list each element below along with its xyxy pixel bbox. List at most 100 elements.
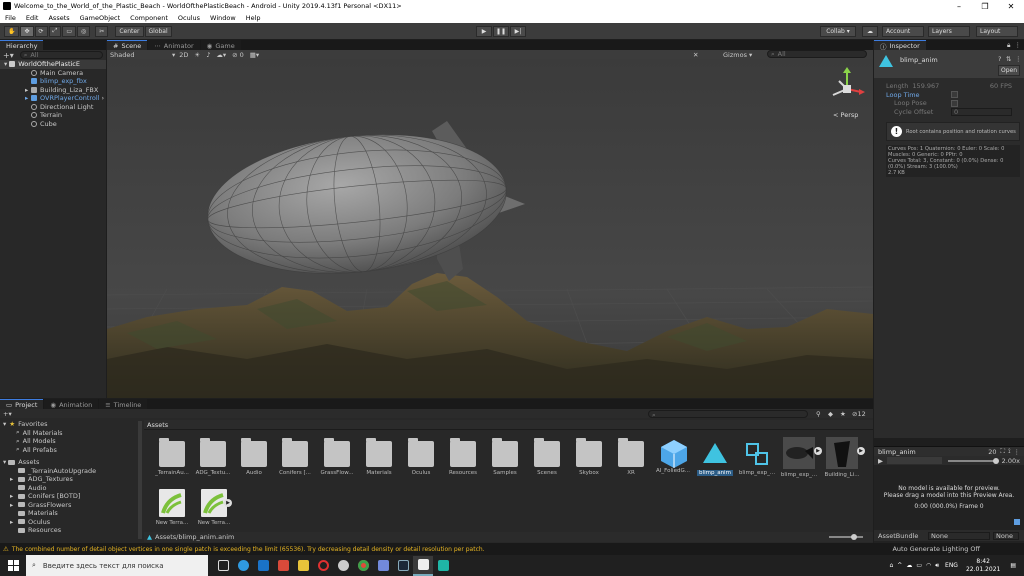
hidden-packages-icon[interactable]: ⊘12: [852, 410, 866, 418]
mail-icon[interactable]: [253, 556, 273, 576]
hierarchy-item[interactable]: ▸ OVRPlayerControll ›: [0, 94, 106, 103]
tray-arrow-icon[interactable]: ^: [897, 562, 902, 569]
assets-root[interactable]: ▾ Assets: [0, 458, 142, 467]
clock-time[interactable]: 8:42: [966, 558, 1000, 566]
drag-handle-icon[interactable]: [1014, 519, 1020, 525]
hierarchy-search-input[interactable]: ⌕ All: [19, 51, 103, 59]
menu-assets[interactable]: Assets: [43, 14, 74, 22]
icon-size-slider[interactable]: [829, 534, 863, 540]
loop-time-checkbox[interactable]: [951, 91, 958, 99]
steam-icon[interactable]: [393, 556, 413, 576]
pause-icon[interactable]: ❚❚: [493, 25, 509, 37]
asset-item[interactable]: GrassFlow...: [317, 438, 357, 476]
tab-timeline[interactable]: ≡ Timeline: [99, 399, 148, 409]
lock-icon[interactable]: 🔒︎: [1007, 41, 1010, 50]
timeline-icon[interactable]: ⟟: [1008, 447, 1010, 456]
favorite-item[interactable]: ⌕ All Models: [0, 437, 142, 446]
hierarchy-item[interactable]: Cube: [0, 120, 106, 129]
tree-scrollbar[interactable]: [138, 421, 142, 539]
add-icon[interactable]: +▾: [3, 51, 14, 60]
compass-app-icon[interactable]: [333, 556, 353, 576]
create-icon[interactable]: +▾: [3, 410, 12, 418]
rotate-tool-icon[interactable]: ⟳: [34, 25, 48, 37]
layout-dropdown[interactable]: Layout: [976, 25, 1018, 37]
task-view-icon[interactable]: [213, 556, 233, 576]
taskbar-search-box[interactable]: ⌕ Введите здесь текст для поиска: [26, 555, 208, 576]
wifi-icon[interactable]: ◠: [926, 562, 931, 569]
hierarchy-item[interactable]: Directional Light: [0, 103, 106, 112]
rect-tool-icon[interactable]: ▭: [62, 25, 77, 37]
gizmos-dropdown[interactable]: Gizmos ▾: [723, 51, 752, 59]
asset-item[interactable]: Resources: [443, 438, 483, 476]
tree-folder[interactable]: ▸ GrassFlowers: [0, 501, 142, 510]
pivot-icon[interactable]: ⛶: [1001, 447, 1006, 456]
menu-gameobject[interactable]: GameObject: [75, 14, 126, 22]
tree-folder[interactable]: Resources: [0, 526, 142, 535]
battery-icon[interactable]: ▭: [916, 562, 922, 569]
menu-edit[interactable]: Edit: [21, 14, 44, 22]
transform-tool-icon[interactable]: ◎: [77, 25, 91, 37]
hand-tool-icon[interactable]: ✋: [4, 25, 20, 37]
tab-inspector[interactable]: ⓘ Inspector: [874, 40, 926, 51]
tree-folder[interactable]: ▸ ADG_Textures: [0, 475, 142, 484]
shading-mode-dropdown[interactable]: Shaded: [110, 51, 172, 59]
layers-dropdown[interactable]: Layers: [928, 25, 970, 37]
breadcrumb[interactable]: Assets: [147, 421, 168, 429]
audio-toggle-icon[interactable]: ♪: [206, 51, 210, 59]
menu-help[interactable]: Help: [241, 14, 266, 22]
more-icon[interactable]: ⋮: [1014, 448, 1021, 456]
lighting-toggle-icon[interactable]: ☀: [194, 51, 200, 59]
cloud-icon[interactable]: ☁: [862, 25, 878, 37]
preview-timeline[interactable]: [887, 457, 942, 464]
scene-viewport[interactable]: < Persp: [107, 59, 873, 398]
tree-folder[interactable]: ▸ Conifers [BOTD]: [0, 492, 142, 501]
asset-item[interactable]: Skybox: [569, 438, 609, 476]
clock-date[interactable]: 22.01.2021: [966, 566, 1000, 574]
asset-item[interactable]: XR: [611, 438, 651, 476]
tree-folder[interactable]: Materials: [0, 509, 142, 518]
asset-item[interactable]: New Terra...: [152, 489, 192, 526]
collab-button[interactable]: Collab ▾: [820, 25, 856, 37]
maximize-icon[interactable]: ❐: [972, 2, 998, 11]
play-icon[interactable]: ▶: [476, 25, 492, 37]
help-icon[interactable]: ?: [998, 55, 1001, 63]
tools-icon[interactable]: ✕: [693, 51, 698, 59]
hierarchy-item[interactable]: Terrain: [0, 111, 106, 120]
cloud-tray-icon[interactable]: ☁: [906, 562, 912, 569]
asset-item[interactable]: AI_FoliedG...: [653, 439, 693, 474]
favorite-item[interactable]: ⌕ All Materials: [0, 429, 142, 438]
custom-tool-icon[interactable]: ✂: [95, 25, 109, 37]
kebab-menu-icon[interactable]: ⋮: [1015, 41, 1022, 49]
hierarchy-item[interactable]: blimp_exp_fbx: [0, 77, 106, 86]
tree-folder[interactable]: _TerrainAutoUpgrade: [0, 467, 142, 476]
asset-item[interactable]: Building_Li...: [822, 437, 862, 478]
tree-folder[interactable]: Audio: [0, 484, 142, 493]
menu-file[interactable]: File: [0, 14, 21, 22]
tab-animation[interactable]: ◉ Animation: [44, 399, 99, 409]
unity-hub-icon[interactable]: [433, 556, 453, 576]
favorite-star-icon[interactable]: ★: [840, 410, 846, 418]
asset-item[interactable]: blimp_anim: [695, 441, 735, 476]
loop-pose-checkbox[interactable]: [951, 99, 958, 107]
speed-slider[interactable]: [948, 457, 999, 464]
expand-model-icon[interactable]: ▶: [857, 447, 865, 455]
tab-project[interactable]: ▭ Project: [0, 399, 44, 409]
mode-2d-toggle[interactable]: 2D: [179, 51, 188, 59]
tab-scene[interactable]: # Scene: [107, 40, 148, 50]
icon-size-slider-handle[interactable]: [851, 534, 857, 540]
menu-window[interactable]: Window: [205, 14, 241, 22]
hierarchy-item[interactable]: ▸ Building_Liza_FBX: [0, 86, 106, 95]
notifications-icon[interactable]: ▤: [1010, 562, 1016, 569]
expand-model-icon[interactable]: ▶: [814, 447, 822, 455]
hierarchy-item[interactable]: Main Camera: [0, 69, 106, 78]
asset-item[interactable]: Audio: [234, 438, 274, 476]
network-icon[interactable]: ⌂: [889, 562, 893, 569]
project-search-input[interactable]: ⌕: [648, 410, 808, 419]
pivot-center-button[interactable]: Center: [115, 25, 144, 37]
persp-label[interactable]: < Persp: [833, 111, 858, 119]
scene-search-input[interactable]: ⌕ All: [767, 50, 867, 58]
photos-icon[interactable]: [273, 556, 293, 576]
tab-hierarchy[interactable]: Hierarchy: [0, 40, 44, 50]
account-dropdown[interactable]: Account: [882, 25, 924, 37]
move-tool-icon[interactable]: ✥: [20, 25, 34, 37]
